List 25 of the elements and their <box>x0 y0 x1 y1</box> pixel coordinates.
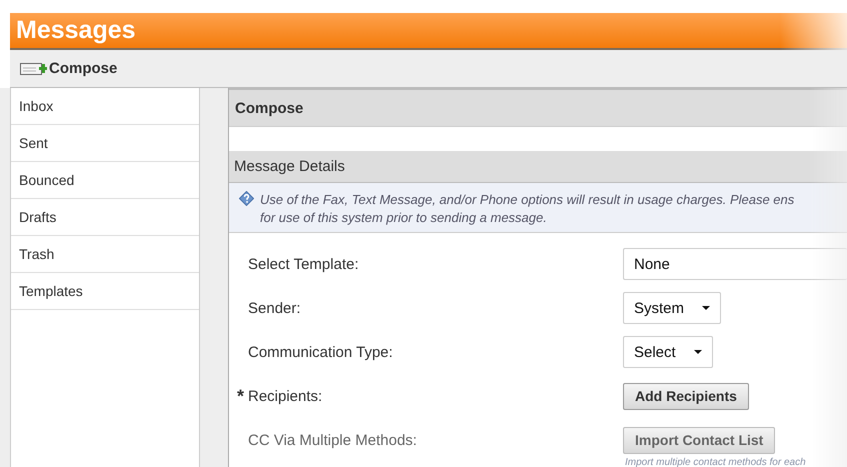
required-mark: * <box>236 386 245 406</box>
sidebar-item[interactable]: Bounced <box>11 162 199 199</box>
envelope-plus-icon <box>20 62 47 76</box>
field-label: Communication Type: <box>248 344 393 360</box>
field-label: Sender: <box>248 300 301 316</box>
field-label: Recipients: <box>248 388 322 404</box>
dropdown[interactable]: Select <box>623 336 713 368</box>
sidebar-item[interactable]: Inbox <box>11 88 199 125</box>
info-diamond-icon <box>239 191 254 206</box>
sidebar-item[interactable]: Trash <box>11 236 199 273</box>
compose-button[interactable]: Compose <box>20 60 118 77</box>
section-header: Message Details <box>229 151 847 183</box>
dropdown[interactable]: System <box>623 292 722 324</box>
add-button[interactable]: Add Recipients <box>623 382 749 410</box>
sidebar-item[interactable]: Templates <box>11 273 199 310</box>
sidebar-item[interactable]: Drafts <box>11 199 199 236</box>
field-label: CC Via Multiple Methods: <box>248 432 417 448</box>
template-field[interactable]: None <box>623 248 847 280</box>
field-label: Select Template: <box>248 256 359 272</box>
notice-text: Use of the Fax, Text Message, and/or Phone options will result in usage charges. Please ens <box>260 191 794 209</box>
sidebar-item[interactable]: Sent <box>11 125 199 162</box>
hint-text: Import multiple contact methods for each <box>625 456 806 467</box>
page-title: Messages <box>16 16 136 45</box>
panel-header: Compose <box>229 88 847 127</box>
notice-text: for use of this system prior to sending a message. <box>260 209 548 227</box>
